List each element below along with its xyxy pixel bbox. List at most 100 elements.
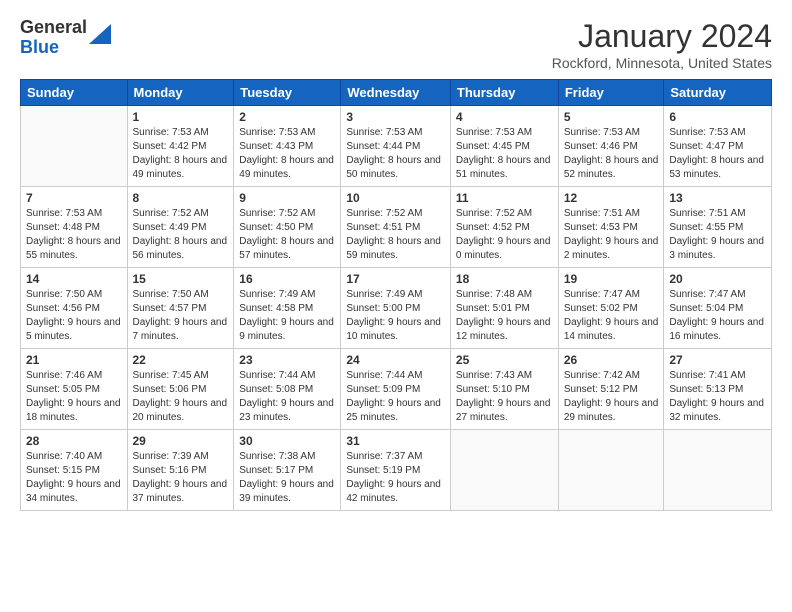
calendar-cell: 1 Sunrise: 7:53 AMSunset: 4:42 PMDaylight…: [127, 106, 234, 187]
day-info: Sunrise: 7:51 AMSunset: 4:53 PMDaylight:…: [564, 207, 659, 263]
calendar-cell: 27 Sunrise: 7:41 AMSunset: 5:13 PMDayligh…: [664, 349, 772, 430]
calendar-cell: 15Sunrise: 7:50 AMSunset: 4:57 PMDayligh…: [127, 268, 234, 349]
day-number: 7: [26, 191, 122, 205]
calendar-cell: 25 Sunrise: 7:43 AMSunset: 5:10 PMDayligh…: [450, 349, 558, 430]
calendar-cell: 6 Sunrise: 7:53 AMSunset: 4:47 PMDaylight…: [664, 106, 772, 187]
day-number: 6: [669, 110, 766, 124]
day-info: Sunrise: 7:53 AMSunset: 4:44 PMDaylight:…: [346, 126, 445, 182]
calendar-cell: 16 Sunrise: 7:49 AMSunset: 4:58 PMDayligh…: [234, 268, 341, 349]
day-number: 5: [564, 110, 659, 124]
calendar-cell: 10 Sunrise: 7:52 AMSunset: 4:51 PMDayligh…: [341, 187, 451, 268]
day-number: 8: [133, 191, 229, 205]
calendar-cell: 2 Sunrise: 7:53 AMSunset: 4:43 PMDaylight…: [234, 106, 341, 187]
day-info: Sunrise: 7:53 AMSunset: 4:43 PMDaylight:…: [239, 126, 335, 182]
day-info: Sunrise: 7:49 AMSunset: 4:58 PMDaylight:…: [239, 288, 335, 344]
day-info: Sunrise: 7:45 AMSunset: 5:06 PMDaylight:…: [133, 369, 229, 425]
calendar-cell: 13 Sunrise: 7:51 AMSunset: 4:55 PMDayligh…: [664, 187, 772, 268]
day-number: 13: [669, 191, 766, 205]
day-info: Sunrise: 7:47 AMSunset: 5:04 PMDaylight:…: [669, 288, 766, 344]
calendar-week-1: 7 Sunrise: 7:53 AMSunset: 4:48 PMDaylight…: [21, 187, 772, 268]
day-number: 20: [669, 272, 766, 286]
calendar-cell: 28Sunrise: 7:40 AMSunset: 5:15 PMDayligh…: [21, 430, 128, 511]
calendar-cell: 4 Sunrise: 7:53 AMSunset: 4:45 PMDaylight…: [450, 106, 558, 187]
day-info: Sunrise: 7:53 AMSunset: 4:47 PMDaylight:…: [669, 126, 766, 182]
day-info: Sunrise: 7:53 AMSunset: 4:45 PMDaylight:…: [456, 126, 553, 182]
day-number: 17: [346, 272, 445, 286]
day-info: Sunrise: 7:44 AMSunset: 5:08 PMDaylight:…: [239, 369, 335, 425]
calendar-week-4: 28Sunrise: 7:40 AMSunset: 5:15 PMDayligh…: [21, 430, 772, 511]
calendar-cell: 11 Sunrise: 7:52 AMSunset: 4:52 PMDayligh…: [450, 187, 558, 268]
day-info: Sunrise: 7:48 AMSunset: 5:01 PMDaylight:…: [456, 288, 553, 344]
header-thursday: Thursday: [450, 80, 558, 106]
calendar-cell: 29 Sunrise: 7:39 AMSunset: 5:16 PMDayligh…: [127, 430, 234, 511]
calendar-cell: 17 Sunrise: 7:49 AMSunset: 5:00 PMDayligh…: [341, 268, 451, 349]
day-number: 19: [564, 272, 659, 286]
header: GeneralBlue January 2024 Rockford, Minne…: [20, 18, 772, 71]
day-info: Sunrise: 7:53 AMSunset: 4:48 PMDaylight:…: [26, 207, 122, 263]
title-area: January 2024 Rockford, Minnesota, United…: [552, 18, 772, 71]
day-number: 24: [346, 353, 445, 367]
day-info: Sunrise: 7:49 AMSunset: 5:00 PMDaylight:…: [346, 288, 445, 344]
month-title: January 2024: [552, 18, 772, 55]
day-number: 12: [564, 191, 659, 205]
day-number: 14: [26, 272, 122, 286]
day-number: 27: [669, 353, 766, 367]
day-info: Sunrise: 7:43 AMSunset: 5:10 PMDaylight:…: [456, 369, 553, 425]
calendar-cell: 21 Sunrise: 7:46 AMSunset: 5:05 PMDayligh…: [21, 349, 128, 430]
day-info: Sunrise: 7:46 AMSunset: 5:05 PMDaylight:…: [26, 369, 122, 425]
header-sunday: Sunday: [21, 80, 128, 106]
day-number: 26: [564, 353, 659, 367]
day-number: 21: [26, 353, 122, 367]
calendar-cell: 9Sunrise: 7:52 AMSunset: 4:50 PMDaylight…: [234, 187, 341, 268]
day-number: 18: [456, 272, 553, 286]
calendar-cell: 12 Sunrise: 7:51 AMSunset: 4:53 PMDayligh…: [558, 187, 664, 268]
day-number: 9: [239, 191, 335, 205]
header-monday: Monday: [127, 80, 234, 106]
day-info: Sunrise: 7:39 AMSunset: 5:16 PMDaylight:…: [133, 450, 229, 506]
calendar-page: GeneralBlue January 2024 Rockford, Minne…: [0, 0, 792, 612]
day-info: Sunrise: 7:51 AMSunset: 4:55 PMDaylight:…: [669, 207, 766, 263]
calendar-week-0: 1 Sunrise: 7:53 AMSunset: 4:42 PMDaylight…: [21, 106, 772, 187]
calendar-cell: 7 Sunrise: 7:53 AMSunset: 4:48 PMDaylight…: [21, 187, 128, 268]
day-number: 31: [346, 434, 445, 448]
calendar-cell: 5 Sunrise: 7:53 AMSunset: 4:46 PMDaylight…: [558, 106, 664, 187]
day-number: 16: [239, 272, 335, 286]
header-wednesday: Wednesday: [341, 80, 451, 106]
header-tuesday: Tuesday: [234, 80, 341, 106]
day-number: 2: [239, 110, 335, 124]
day-info: Sunrise: 7:53 AMSunset: 4:46 PMDaylight:…: [564, 126, 659, 182]
day-number: 4: [456, 110, 553, 124]
day-info: Sunrise: 7:53 AMSunset: 4:42 PMDaylight:…: [133, 126, 229, 182]
header-friday: Friday: [558, 80, 664, 106]
calendar-cell: 20 Sunrise: 7:47 AMSunset: 5:04 PMDayligh…: [664, 268, 772, 349]
day-info: Sunrise: 7:52 AMSunset: 4:49 PMDaylight:…: [133, 207, 229, 263]
day-number: 15: [133, 272, 229, 286]
day-number: 11: [456, 191, 553, 205]
calendar-cell: 8 Sunrise: 7:52 AMSunset: 4:49 PMDaylight…: [127, 187, 234, 268]
calendar-cell: 26 Sunrise: 7:42 AMSunset: 5:12 PMDayligh…: [558, 349, 664, 430]
day-number: 1: [133, 110, 229, 124]
day-info: Sunrise: 7:52 AMSunset: 4:51 PMDaylight:…: [346, 207, 445, 263]
header-saturday: Saturday: [664, 80, 772, 106]
day-number: 25: [456, 353, 553, 367]
day-info: Sunrise: 7:52 AMSunset: 4:52 PMDaylight:…: [456, 207, 553, 263]
day-number: 22: [133, 353, 229, 367]
day-number: 23: [239, 353, 335, 367]
day-number: 29: [133, 434, 229, 448]
calendar-cell: 23 Sunrise: 7:44 AMSunset: 5:08 PMDayligh…: [234, 349, 341, 430]
day-info: Sunrise: 7:41 AMSunset: 5:13 PMDaylight:…: [669, 369, 766, 425]
day-number: 10: [346, 191, 445, 205]
day-number: 30: [239, 434, 335, 448]
calendar-cell: 14Sunrise: 7:50 AMSunset: 4:56 PMDayligh…: [21, 268, 128, 349]
day-info: Sunrise: 7:42 AMSunset: 5:12 PMDaylight:…: [564, 369, 659, 425]
calendar-cell: 3Sunrise: 7:53 AMSunset: 4:44 PMDaylight…: [341, 106, 451, 187]
day-info: Sunrise: 7:47 AMSunset: 5:02 PMDaylight:…: [564, 288, 659, 344]
logo: GeneralBlue: [20, 18, 111, 58]
day-info: Sunrise: 7:40 AMSunset: 5:15 PMDaylight:…: [26, 450, 122, 506]
calendar-week-2: 14Sunrise: 7:50 AMSunset: 4:56 PMDayligh…: [21, 268, 772, 349]
location: Rockford, Minnesota, United States: [552, 55, 772, 71]
calendar-cell: [558, 430, 664, 511]
day-info: Sunrise: 7:37 AMSunset: 5:19 PMDaylight:…: [346, 450, 445, 506]
day-info: Sunrise: 7:38 AMSunset: 5:17 PMDaylight:…: [239, 450, 335, 506]
calendar-cell: 31 Sunrise: 7:37 AMSunset: 5:19 PMDayligh…: [341, 430, 451, 511]
